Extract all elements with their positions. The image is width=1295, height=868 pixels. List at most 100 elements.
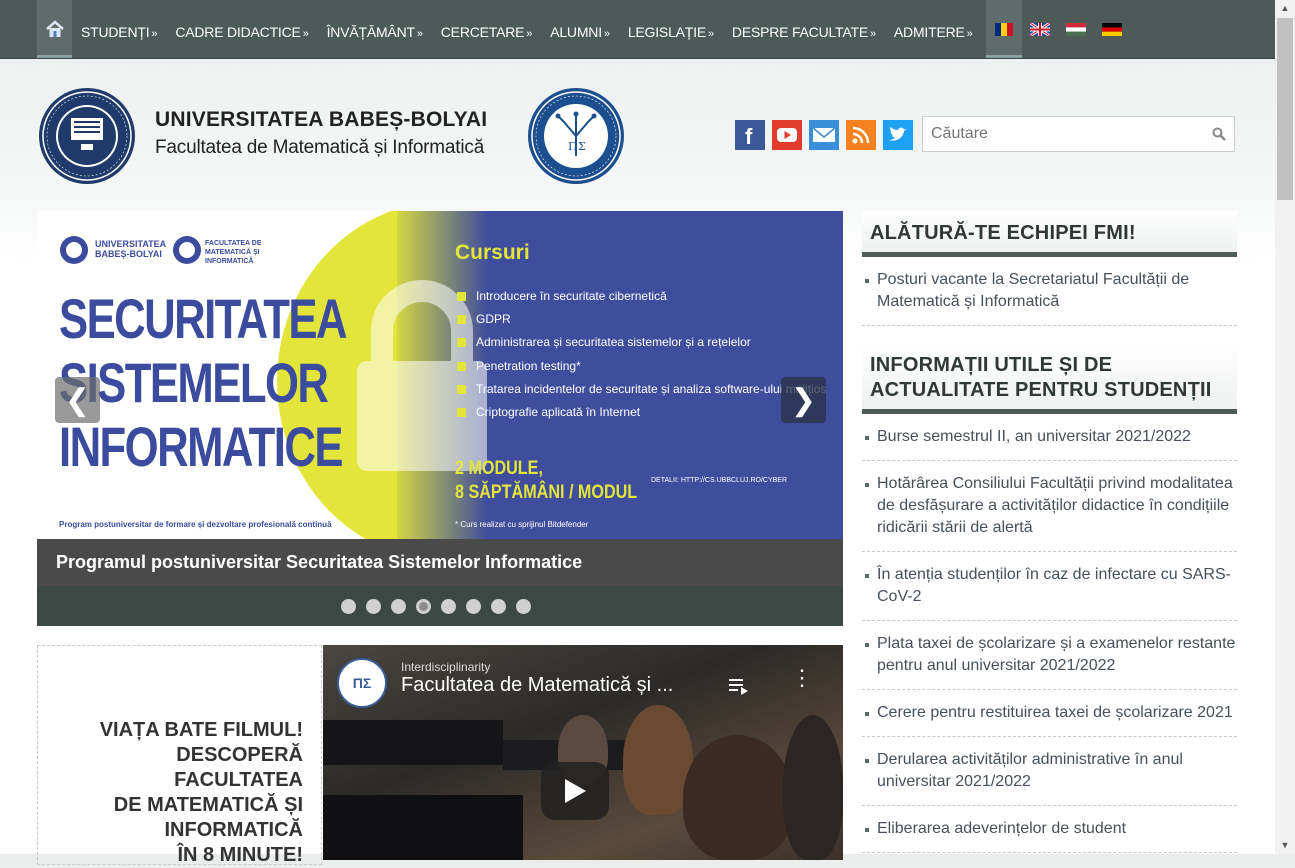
uk-flag-icon	[1029, 22, 1050, 36]
promo-line: ÎN 8 MINUTE!	[177, 844, 303, 866]
sidebar-link-label: Burse semestrul II, an universitar 2021/…	[877, 428, 1191, 445]
sidebar-link-label: Plata taxei de școlarizare și a examenel…	[877, 635, 1236, 674]
slider-dot[interactable]	[441, 599, 456, 614]
slider-dot[interactable]	[466, 599, 481, 614]
scroll-thumb[interactable]	[1277, 18, 1293, 200]
nav-label: LEGISLAȚIE	[627, 24, 706, 40]
playlist-queue-icon[interactable]	[728, 676, 750, 696]
slider-dot[interactable]	[341, 599, 356, 614]
promo-line: INFORMATICĂ	[164, 819, 304, 841]
slide-footnote-left: Program postuniversitar de formare și de…	[59, 520, 332, 529]
bullet-square-icon	[457, 314, 466, 324]
sidebar-link[interactable]: Plata taxei de școlarizare și a examenel…	[862, 621, 1237, 690]
sidebar-link[interactable]: Posturi vacante la Secretariatul Facultă…	[862, 257, 1237, 326]
slider-dot-active[interactable]	[416, 599, 431, 614]
chevron-right-icon: »	[416, 28, 423, 40]
sidebar-link-label: Eliberarea adeverințelor de student	[877, 820, 1127, 837]
nav-despre-facultate[interactable]: DESPRE FACULTATE»	[723, 0, 885, 58]
chevron-right-icon: »	[869, 28, 876, 40]
chevron-right-icon: ❯	[790, 383, 817, 417]
slide-big-title: SECURITATEA SISTEMELOR INFORMATICE	[59, 287, 348, 479]
sidebar-link[interactable]: Derularea activităților administrative î…	[862, 737, 1237, 806]
course-item: Penetration testing*	[457, 359, 581, 373]
sidebar-link[interactable]: În atenția studenților în caz de infecta…	[862, 552, 1237, 621]
rss-icon[interactable]	[846, 120, 876, 150]
course-label: Penetration testing*	[476, 359, 581, 373]
scroll-up-icon[interactable]: ▲	[1275, 0, 1295, 17]
nav-cadre-didactice[interactable]: CADRE DIDACTICE»	[166, 0, 317, 58]
language-hu[interactable]	[1058, 0, 1094, 58]
sidebar-link[interactable]: Eliberarea adeverințelor de student	[862, 806, 1237, 853]
university-name[interactable]: UNIVERSITATEA BABEȘ-BOLYAI	[155, 108, 487, 132]
language-en[interactable]	[1022, 0, 1058, 58]
promo-line: DE MATEMATICĂ ȘI	[113, 794, 303, 816]
slide-caption[interactable]: Programul postuniversitar Securitatea Si…	[37, 539, 843, 586]
chevron-right-icon: »	[966, 28, 973, 40]
fmi-seal-icon: Π Σ	[528, 88, 624, 184]
scroll-down-icon[interactable]: ▼	[1275, 837, 1295, 854]
promo-line: FACULTATEA	[174, 769, 303, 791]
faculty-name[interactable]: Facultatea de Matematică și Informatică	[155, 137, 484, 159]
course-item: Administrarea și securitatea sistemelor …	[457, 335, 751, 349]
search-icon[interactable]	[1212, 127, 1226, 141]
youtube-video-embed[interactable]: ΠΣ Interdisciplinarity Facultatea de Mat…	[323, 645, 843, 860]
de-flag-icon	[1101, 22, 1122, 36]
bullet-square-icon	[457, 384, 466, 394]
slider-dot[interactable]	[491, 599, 506, 614]
search-input[interactable]	[923, 117, 1209, 151]
language-ro[interactable]	[985, 0, 1022, 58]
promo-text: VIAȚA BATE FILMUL! DESCOPERĂ FACULTATEA …	[100, 718, 303, 868]
ubb-logo[interactable]	[37, 86, 137, 191]
chevron-left-icon: ❮	[64, 383, 91, 417]
facebook-icon[interactable]: f	[735, 120, 765, 150]
more-options-icon[interactable]: ⋮	[791, 667, 813, 689]
nav-cercetare[interactable]: CERCETARE»	[432, 0, 541, 58]
sidebar-heading-join: ALĂTURĂ-TE ECHIPEI FMI!	[862, 211, 1237, 257]
slider-next-button[interactable]: ❯	[781, 377, 826, 423]
slider-dot[interactable]	[391, 599, 406, 614]
sidebar-link[interactable]: Burse semestrul II, an universitar 2021/…	[862, 414, 1237, 461]
chevron-right-icon: »	[526, 28, 533, 40]
hu-flag-icon	[1065, 22, 1086, 36]
nav-legislatie[interactable]: LEGISLAȚIE»	[619, 0, 723, 58]
slide-title-line: INFORMATICE	[59, 415, 343, 478]
chevron-right-icon: »	[603, 28, 610, 40]
bullet-square-icon	[457, 291, 466, 301]
slider-dot[interactable]	[366, 599, 381, 614]
top-navigation: STUDENȚI» CADRE DIDACTICE» ÎNVĂȚĂMÂNT» C…	[0, 0, 1275, 59]
course-item: Criptografie aplicată în Internet	[457, 405, 640, 419]
slider-prev-button[interactable]: ❮	[55, 377, 100, 423]
chevron-right-icon: »	[707, 28, 714, 40]
sidebar-link[interactable]: Cerere pentru restituirea taxei de școla…	[862, 690, 1237, 737]
nav-label: ADMITERE	[893, 24, 965, 40]
sidebar-link[interactable]: Hotărârea Consiliului Facultății privind…	[862, 461, 1237, 552]
course-label: Administrarea și securitatea sistemelor …	[476, 335, 751, 349]
page-scrollbar[interactable]: ▲ ▼	[1275, 0, 1295, 854]
twitter-icon[interactable]	[883, 120, 913, 150]
sidebar: ALĂTURĂ-TE ECHIPEI FMI! Posturi vacante …	[862, 211, 1237, 853]
nav-invatamant[interactable]: ÎNVĂȚĂMÂNT»	[318, 0, 432, 58]
course-label: Introducere în securitate cibernetică	[476, 289, 667, 303]
home-button[interactable]	[37, 0, 72, 58]
home-icon	[45, 20, 64, 37]
course-item: Tratarea incidentelor de securitate și a…	[457, 382, 826, 396]
nav-admitere[interactable]: ADMITERE»	[885, 0, 982, 58]
slider-dot[interactable]	[516, 599, 531, 614]
bullet-square-icon	[457, 361, 466, 371]
play-button[interactable]	[541, 762, 609, 820]
bullet-square-icon	[457, 337, 466, 347]
channel-logo[interactable]: ΠΣ	[337, 658, 387, 708]
video-overlay-text: Interdisciplinarity	[401, 660, 491, 674]
svg-text:Σ: Σ	[578, 140, 586, 153]
slide-image[interactable]: UNIVERSITATEA BABEȘ-BOLYAI FACULTATEA DE…	[37, 211, 843, 539]
nav-studenti[interactable]: STUDENȚI»	[72, 0, 166, 58]
nav-alumni[interactable]: ALUMNI»	[541, 0, 619, 58]
youtube-icon[interactable]	[772, 120, 802, 150]
video-title[interactable]: Facultatea de Matematică și ...	[401, 674, 673, 697]
fmi-logo[interactable]: Π Σ	[526, 86, 626, 191]
ro-flag-icon	[994, 22, 1013, 36]
sidebar-link-label: Hotărârea Consiliului Facultății privind…	[877, 475, 1233, 536]
slide-logo-fmi: FACULTATEA DE MATEMATICĂ ȘI INFORMATICĂ	[205, 240, 262, 265]
email-icon[interactable]	[809, 120, 839, 150]
language-de[interactable]	[1094, 0, 1130, 58]
